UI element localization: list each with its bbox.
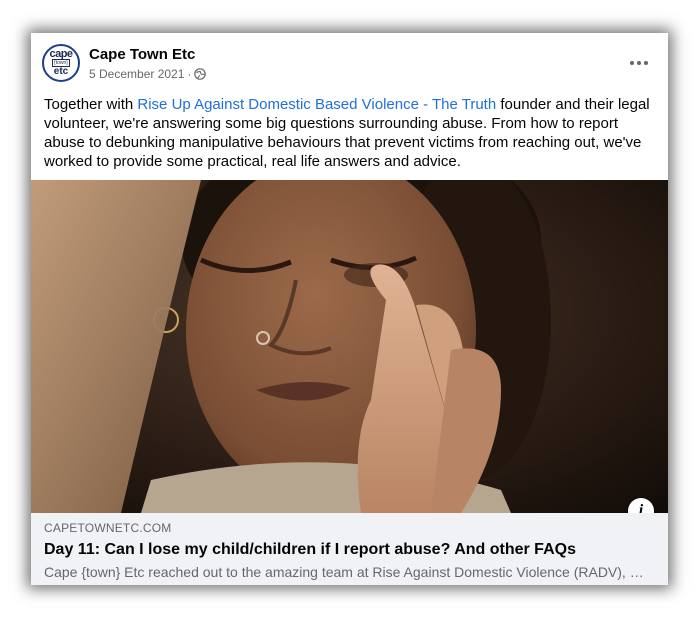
post-header: cape {town} etc Cape Town Etc 5 December… <box>31 33 668 93</box>
photo-illustration <box>31 180 668 513</box>
cape-town-etc-logo: cape {town} etc <box>44 46 78 80</box>
logo-text-cape: cape <box>49 48 73 60</box>
globe-icon <box>194 68 207 80</box>
facebook-post-card: cape {town} etc Cape Town Etc 5 December… <box>31 33 668 585</box>
page-name-link[interactable]: Cape Town Etc <box>89 46 195 63</box>
post-date[interactable]: 5 December 2021 <box>89 67 184 81</box>
meta-separator: · <box>187 67 192 81</box>
link-domain: CAPETOWNETC.COM <box>44 521 172 535</box>
link-preview-image[interactable]: i <box>31 180 668 513</box>
post-text-start: Together with <box>44 96 138 113</box>
link-description: Cape {town} Etc reached out to the amazi… <box>44 564 648 580</box>
page-avatar[interactable]: cape {town} etc <box>42 44 80 82</box>
more-options-icon[interactable] <box>628 53 650 73</box>
post-message: Together with Rise Up Against Domestic B… <box>44 95 656 171</box>
link-preview[interactable]: CAPETOWNETC.COM Day 11: Can I lose my ch… <box>31 513 668 585</box>
mention-link[interactable]: Rise Up Against Domestic Based Violence … <box>137 96 496 113</box>
post-meta: 5 December 2021 · <box>89 67 207 81</box>
logo-text-etc: etc <box>53 66 69 77</box>
link-title[interactable]: Day 11: Can I lose my child/children if … <box>44 541 576 559</box>
